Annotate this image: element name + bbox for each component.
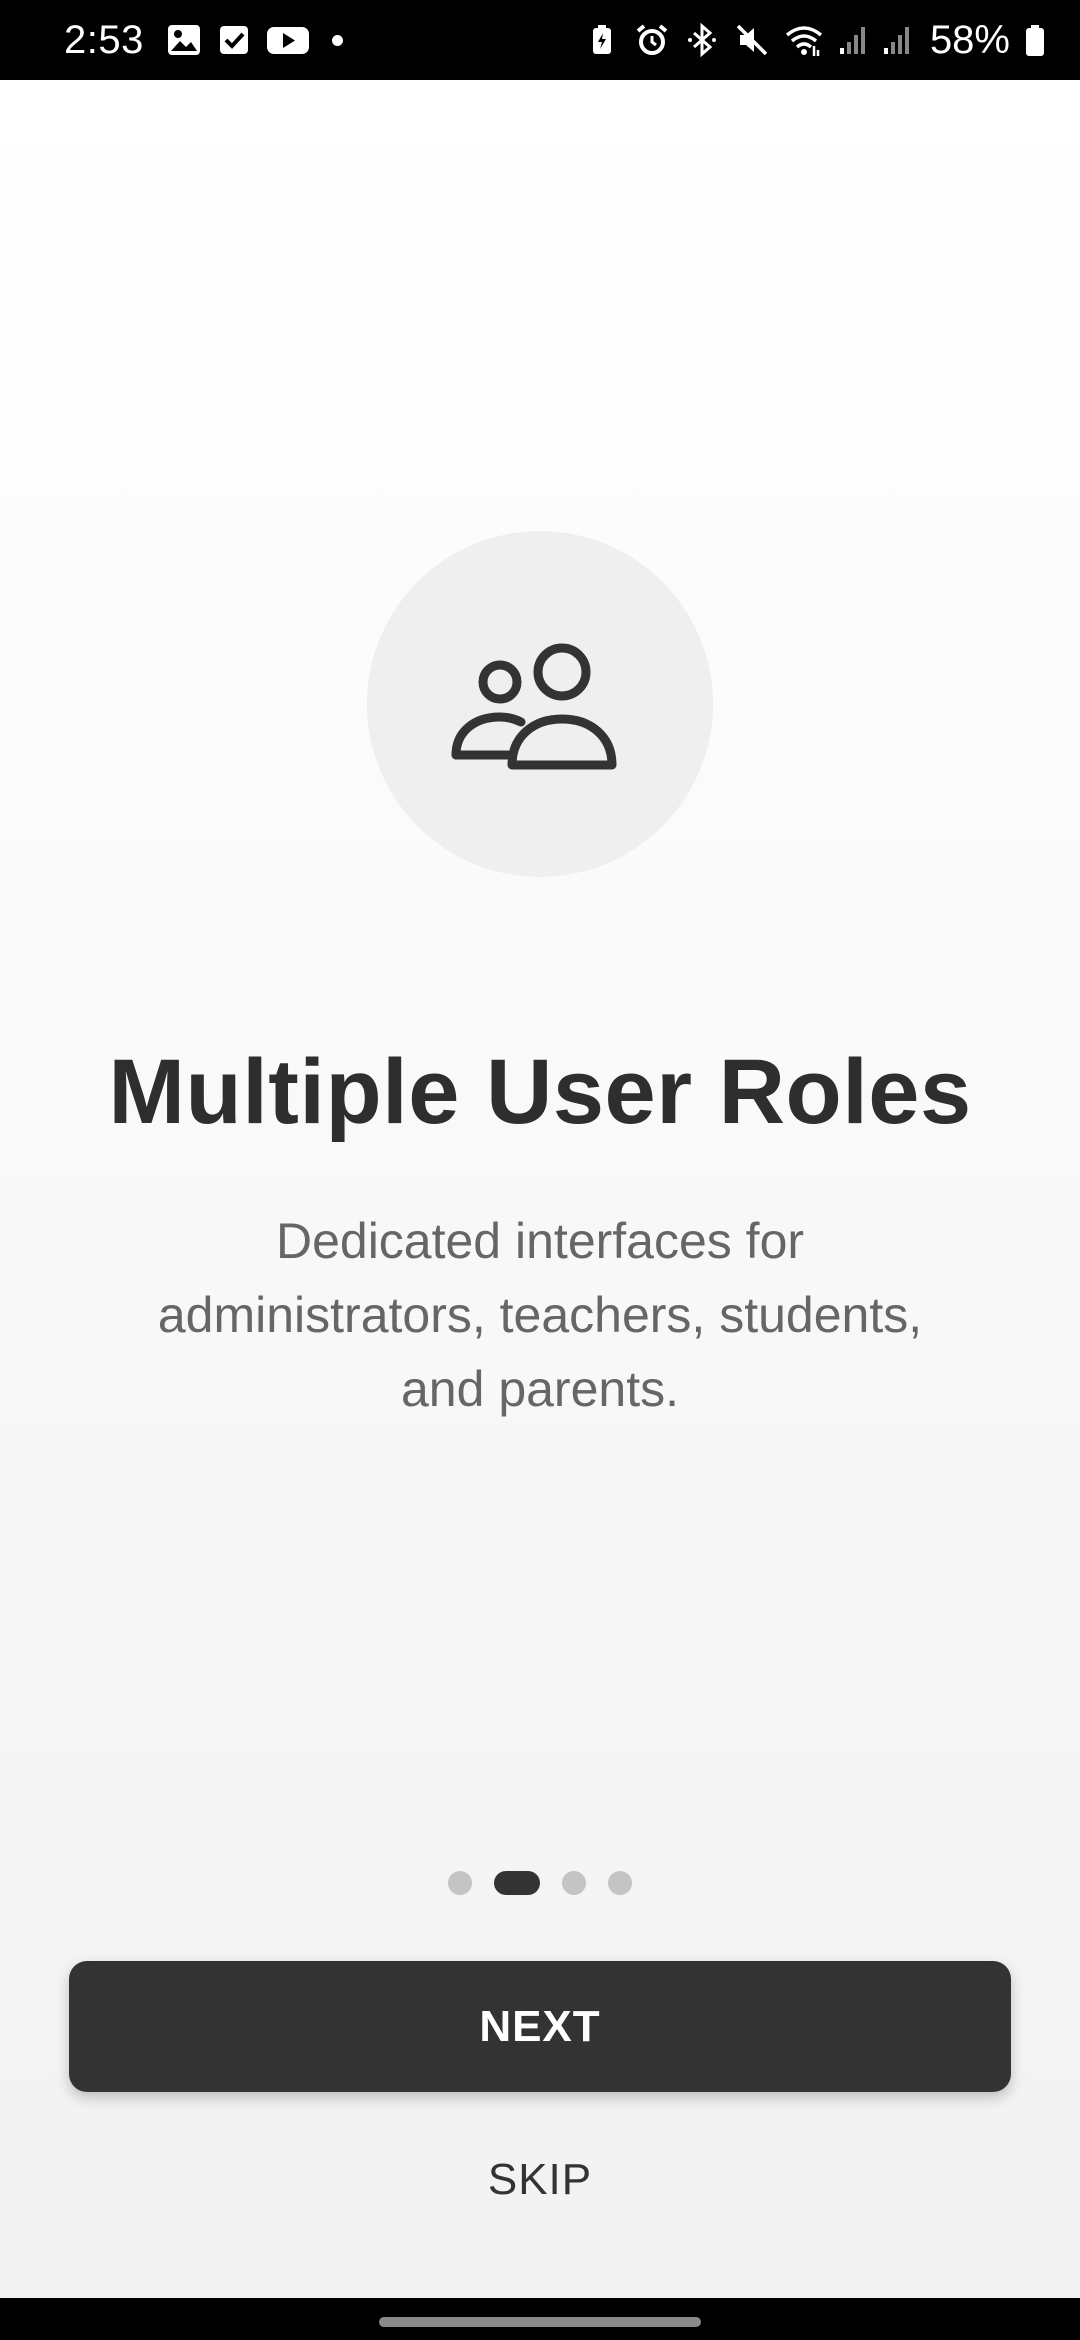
page-title: Multiple User Roles — [108, 1041, 972, 1143]
youtube-icon — [266, 27, 309, 54]
wifi-icon — [785, 26, 823, 56]
alarm-icon — [636, 24, 668, 55]
next-button-label: NEXT — [479, 2001, 601, 2051]
battery-icon — [1026, 25, 1044, 56]
status-time: 2:53 — [64, 17, 144, 62]
page-dot-3[interactable] — [562, 1871, 586, 1895]
checkbox-icon — [219, 26, 248, 54]
feature-icon-circle — [367, 531, 713, 877]
status-bar: 2:53 58% — [0, 0, 1080, 80]
gallery-icon — [167, 25, 200, 55]
next-button[interactable]: NEXT — [69, 1961, 1011, 2092]
battery-percent: 58% — [929, 17, 1010, 62]
users-icon — [451, 643, 617, 770]
page-dot-1[interactable] — [448, 1871, 472, 1895]
page-dot-4[interactable] — [608, 1871, 632, 1895]
signal-icon-2 — [883, 27, 909, 54]
skip-button-label: SKIP — [487, 2155, 593, 2204]
status-left-group: 2:53 — [64, 0, 343, 80]
signal-icon — [839, 27, 865, 54]
page-indicator — [0, 1870, 1080, 1896]
page-description: Dedicated interfaces for administrators,… — [157, 1213, 923, 1417]
onboarding-screen: Multiple User Roles Dedicated interfaces… — [0, 80, 1080, 2298]
mute-icon — [736, 24, 768, 56]
home-gesture-handle[interactable] — [379, 2317, 701, 2327]
system-nav-bar — [0, 2298, 1080, 2340]
status-right-group: 58% — [584, 0, 1046, 80]
page-dot-2-active[interactable] — [494, 1871, 540, 1895]
skip-button[interactable]: SKIP — [390, 2140, 690, 2220]
battery-saver-icon — [592, 25, 611, 54]
bluetooth-icon — [687, 22, 716, 58]
notification-dot — [331, 34, 343, 46]
